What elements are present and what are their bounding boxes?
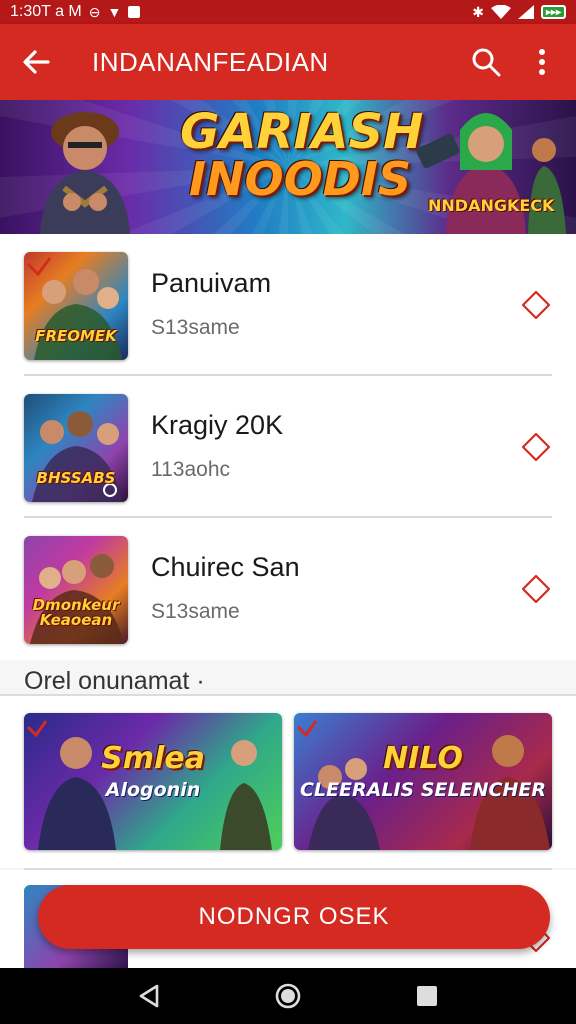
nav-home-button[interactable]	[264, 972, 312, 1020]
list-item-subtitle: S13same	[151, 600, 240, 623]
status-left: 1:30T a M ⊖ ▼	[10, 3, 141, 21]
featured-banner[interactable]: GARIASH INOODIS NNDANGKECK	[0, 100, 576, 234]
favorite-diamond-icon[interactable]	[521, 432, 551, 462]
page-title: INDANANFEADIAN	[92, 46, 329, 77]
card-caption: Smlea Alogonin	[24, 743, 282, 800]
nav-recents-button[interactable]	[403, 972, 451, 1020]
banner-title-line1: GARIASH	[180, 104, 424, 160]
wifi-small-icon: ▼	[107, 4, 122, 20]
status-time: 1:30T a M	[10, 3, 82, 20]
banner-title-line2: INOODIS	[188, 152, 412, 206]
card-title: NILO	[383, 741, 463, 776]
bluetooth-icon: ✱	[472, 4, 484, 20]
card-caption: NILO CLEERALIS SELENCHER	[294, 743, 552, 800]
list-item-title: Kragiy 20K	[151, 410, 284, 440]
list-item-subtitle: S13same	[151, 316, 240, 339]
card-subtitle: Alogonin	[105, 778, 201, 801]
notification-icon	[128, 6, 141, 18]
list-item-subtitle: 113aohc	[151, 458, 231, 481]
section-title: Orel onunamat ·	[24, 667, 205, 695]
search-icon	[472, 48, 501, 77]
banner-title: GARIASH INOODIS	[180, 104, 424, 206]
wifi-icon	[490, 5, 511, 19]
signal-icon	[517, 5, 534, 19]
arrow-left-icon	[23, 50, 50, 74]
more-vertical-icon	[539, 49, 545, 75]
sync-icon: ⊖	[88, 4, 101, 20]
thumbnail-caption: Dmonkeur Keaoean	[32, 596, 120, 629]
nav-recents-icon	[416, 986, 437, 1006]
card-subtitle: CLEERALIS SELENCHER	[300, 778, 546, 801]
app-bar: INDANANFEADIAN	[0, 24, 576, 100]
favorite-diamond-icon[interactable]	[521, 574, 551, 604]
banner-hero-left-image	[40, 112, 130, 234]
game-list: FREOMEK Panuivam S13same BHSSABS Kragiy …	[0, 234, 576, 660]
featured-card[interactable]: NILO CLEERALIS SELENCHER	[294, 713, 552, 850]
favorite-diamond-icon[interactable]	[521, 290, 551, 320]
list-item[interactable]: BHSSABS Kragiy 20K 113aohc	[0, 376, 576, 518]
status-right: ✱ ▸▸▸	[472, 5, 566, 19]
list-item-thumbnail: FREOMEK	[24, 252, 128, 360]
nav-back-icon	[140, 984, 159, 1008]
app-screen: 1:30T a M ⊖ ▼ ✱ ▸▸▸ INDANANFEADIAN GARIA…	[0, 0, 576, 1024]
list-item-thumbnail: Dmonkeur Keaoean	[24, 536, 128, 644]
featured-card[interactable]: Smlea Alogonin	[24, 713, 282, 850]
battery-icon: ▸▸▸	[540, 5, 566, 19]
list-item-thumbnail: BHSSABS	[24, 394, 128, 502]
featured-cards: Smlea Alogonin NILO CLEERALIS SELENCHER	[0, 696, 576, 868]
card-title: Smlea	[101, 741, 205, 776]
banner-tag: NNDANGKECK	[428, 196, 555, 215]
thumbnail-caption: BHSSABS	[36, 469, 116, 487]
nav-home-icon	[275, 983, 301, 1009]
list-item-title: Chuirec San	[151, 552, 300, 582]
overflow-menu-button[interactable]	[514, 34, 570, 90]
list-item[interactable]: Dmonkeur Keaoean Chuirec San S13same	[0, 518, 576, 660]
thumbnail-caption: FREOMEK	[35, 327, 117, 345]
search-button[interactable]	[458, 34, 514, 90]
nav-back-button[interactable]	[125, 972, 173, 1020]
system-nav-bar	[0, 968, 576, 1024]
battery-level: ▸▸▸	[545, 6, 561, 18]
back-button[interactable]	[8, 34, 64, 90]
primary-action-button[interactable]: NODNGR OSEK	[38, 885, 550, 949]
list-item-title: Panuivam	[151, 268, 272, 298]
status-bar: 1:30T a M ⊖ ▼ ✱ ▸▸▸	[0, 0, 576, 24]
list-item[interactable]: FREOMEK Panuivam S13same	[0, 234, 576, 376]
